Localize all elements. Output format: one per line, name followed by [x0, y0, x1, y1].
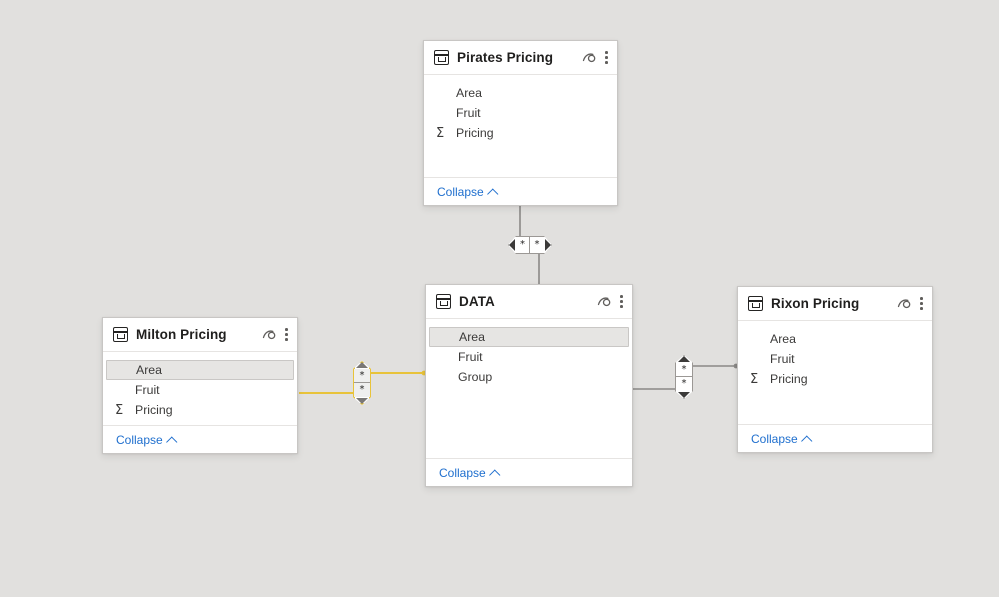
table-title: Milton Pricing [136, 327, 227, 342]
field-name: Pricing [135, 403, 173, 417]
kebab-menu-icon[interactable] [920, 296, 924, 311]
chevron-up-icon [168, 435, 177, 444]
table-card-rixon-pricing[interactable]: Rixon Pricing Area Fruit Σ Pricing Colla… [737, 286, 933, 453]
eye-icon[interactable] [262, 328, 279, 341]
field-row[interactable]: Fruit [424, 103, 617, 123]
cardinality-from: * [516, 237, 530, 253]
field-row-selected[interactable]: Area [429, 327, 629, 347]
table-card-footer: Collapse [426, 458, 632, 486]
field-name: Group [458, 370, 493, 384]
collapse-button[interactable]: Collapse [439, 466, 500, 480]
eye-icon[interactable] [597, 295, 614, 308]
field-name: Fruit [456, 106, 481, 120]
field-row[interactable]: Fruit [103, 380, 297, 400]
field-row[interactable]: Fruit [426, 347, 632, 367]
chevron-up-icon [489, 187, 498, 196]
cross-filter-arrow-bottom [356, 398, 368, 404]
field-row-measure[interactable]: Σ Pricing [103, 400, 297, 420]
table-title: Rixon Pricing [771, 296, 860, 311]
field-name: Area [456, 86, 482, 100]
field-row-selected[interactable]: Area [106, 360, 294, 380]
cross-filter-arrow-left [509, 239, 515, 251]
field-name: Fruit [770, 352, 795, 366]
collapse-label: Collapse [439, 465, 486, 480]
table-card-footer: Collapse [738, 424, 932, 452]
table-card-milton-pricing[interactable]: Milton Pricing Area Fruit Σ Pricing Coll… [102, 317, 298, 454]
field-row[interactable]: Fruit [738, 349, 932, 369]
table-title: Pirates Pricing [457, 50, 554, 65]
table-field-list: Area Fruit Group [426, 319, 632, 458]
table-card-header[interactable]: DATA [426, 285, 632, 319]
table-title: DATA [459, 294, 495, 309]
cross-filter-arrow-top [678, 356, 690, 362]
table-icon [434, 50, 449, 65]
chevron-up-icon [491, 468, 500, 477]
kebab-menu-icon[interactable] [285, 327, 289, 342]
cardinality-from: * [676, 363, 692, 377]
table-field-list: Area Fruit Σ Pricing [103, 352, 297, 425]
table-card-data[interactable]: DATA Area Fruit Group Collapse [425, 284, 633, 487]
relationship-badge-pirates-data[interactable]: * * [508, 236, 552, 254]
relationship-badge-milton-data[interactable]: * * [353, 361, 371, 405]
collapse-button[interactable]: Collapse [116, 433, 177, 447]
field-row[interactable]: Area [424, 83, 617, 103]
field-name: Fruit [458, 350, 483, 364]
cardinality-cells: * * [354, 369, 370, 397]
field-name: Area [459, 330, 485, 344]
table-card-footer: Collapse [424, 177, 617, 205]
cross-filter-arrow-top [356, 362, 368, 368]
cardinality-to: * [354, 383, 370, 397]
relationship-badge-data-rixon[interactable]: * * [675, 355, 693, 399]
cardinality-cells: * * [516, 237, 544, 253]
field-name: Pricing [456, 126, 494, 140]
measure-sigma-icon: Σ [115, 402, 124, 418]
table-card-header[interactable]: Pirates Pricing [424, 41, 617, 75]
table-icon [748, 296, 763, 311]
field-name: Area [770, 332, 796, 346]
table-card-footer: Collapse [103, 425, 297, 453]
table-card-header[interactable]: Rixon Pricing [738, 287, 932, 321]
cardinality-cells: * * [676, 363, 692, 391]
collapse-label: Collapse [116, 432, 163, 447]
collapse-button[interactable]: Collapse [437, 185, 498, 199]
cross-filter-arrow-bottom [678, 392, 690, 398]
eye-icon[interactable] [897, 297, 914, 310]
chevron-up-icon [803, 434, 812, 443]
table-card-header[interactable]: Milton Pricing [103, 318, 297, 352]
table-field-list: Area Fruit Σ Pricing [424, 75, 617, 177]
field-row-measure[interactable]: Σ Pricing [738, 369, 932, 389]
eye-icon[interactable] [582, 51, 599, 64]
table-card-pirates-pricing[interactable]: Pirates Pricing Area Fruit Σ Pricing Col… [423, 40, 618, 206]
field-name: Fruit [135, 383, 160, 397]
measure-sigma-icon: Σ [436, 125, 445, 141]
table-icon [436, 294, 451, 309]
field-row[interactable]: Area [738, 329, 932, 349]
field-name: Pricing [770, 372, 808, 386]
kebab-menu-icon[interactable] [605, 50, 609, 65]
field-name: Area [136, 363, 162, 377]
cardinality-to: * [530, 237, 544, 253]
field-row-measure[interactable]: Σ Pricing [424, 123, 617, 143]
collapse-button[interactable]: Collapse [751, 432, 812, 446]
measure-sigma-icon: Σ [750, 371, 759, 387]
model-diagram-canvas[interactable]: Pirates Pricing Area Fruit Σ Pricing Col… [0, 0, 999, 597]
kebab-menu-icon[interactable] [620, 294, 624, 309]
table-icon [113, 327, 128, 342]
collapse-label: Collapse [437, 184, 484, 199]
table-field-list: Area Fruit Σ Pricing [738, 321, 932, 424]
cardinality-from: * [354, 369, 370, 383]
cross-filter-arrow-right [545, 239, 551, 251]
field-row[interactable]: Group [426, 367, 632, 387]
cardinality-to: * [676, 377, 692, 391]
collapse-label: Collapse [751, 431, 798, 446]
